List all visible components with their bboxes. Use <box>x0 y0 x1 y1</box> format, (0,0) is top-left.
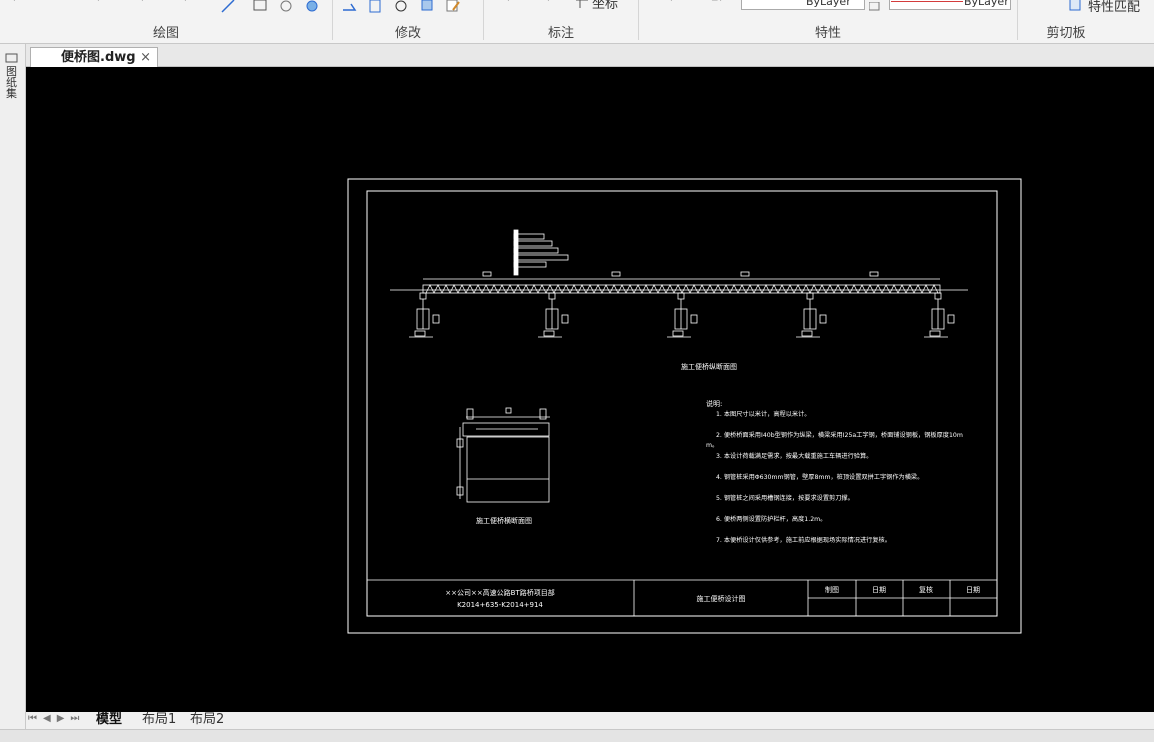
drawing-canvas[interactable]: 施工便桥纵断面图 施工便桥横断面图 说明: 1. 本图尺寸以米计，高程以米计。 2… <box>26 67 1154 712</box>
close-icon[interactable]: × <box>140 48 151 67</box>
stretch-icon[interactable] <box>341 0 359 14</box>
group-annotate-label: 标注 <box>547 26 574 41</box>
note-line: 6. 便桥两侧设置防护栏杆，高度1.2m。 <box>716 515 826 523</box>
drawing-svg: 施工便桥纵断面图 施工便桥横断面图 说明: 1. 本图尺寸以米计，高程以米计。 2… <box>347 178 1022 634</box>
draw-line-button[interactable]: ▾ <box>12 0 17 4</box>
sheet-set-label[interactable]: 图纸集 <box>6 66 20 99</box>
document-tab-title: 便桥图.dwg <box>61 50 136 65</box>
edit-icon[interactable] <box>445 0 463 14</box>
title-company-line2: K2014+635-K2014+914 <box>457 601 543 609</box>
note-line: 4. 钢管桩采用Φ630mm钢管，壁厚8mm，桩顶设置双拼工字钢作为横梁。 <box>716 473 923 481</box>
tab-nav-arrows[interactable]: ⏮◀▶⏭ <box>28 713 85 724</box>
title-cell-date2: 日期 <box>966 586 980 594</box>
dimension-button[interactable]: ▾ <box>546 0 551 4</box>
draw-arc-button[interactable]: ▾ <box>140 0 145 4</box>
linetype-manager-icon[interactable] <box>869 2 887 16</box>
group-annotate: ▾ ▾ 坐标 标注 <box>484 0 638 44</box>
group-properties: ▾ ≡▾ ByLayer ByLayer 特性 <box>639 0 1017 44</box>
copy-icon[interactable] <box>419 0 437 14</box>
title-cell-date1: 日期 <box>872 586 886 594</box>
section-view <box>456 407 550 503</box>
boundary-icon[interactable] <box>304 0 322 14</box>
note-line: 5. 钢管桩之间采用槽钢连接，按要求设置剪刀撑。 <box>716 494 854 502</box>
group-modify: 修改 <box>333 0 483 44</box>
title-block <box>367 579 997 616</box>
line-icon[interactable] <box>220 0 238 14</box>
notes-block: 1. 本图尺寸以米计，高程以米计。 2. 便桥桥面采用I40b型钢作为纵梁，横梁采… <box>706 410 963 544</box>
lineweight-dropdown[interactable]: ≡▾ <box>711 0 723 4</box>
sheet-outer-border <box>347 178 1022 634</box>
draw-circle-button[interactable]: ▾ <box>183 0 188 4</box>
coordinate-button[interactable]: 坐标 <box>592 0 618 12</box>
draw-polyline-button[interactable]: ▾ <box>96 0 101 4</box>
ribbon-toolbar: ▾ ▾ ▾ ▾ 绘图 修改 ▾ ▾ 坐标 标注 ▾ ≡▾ ByLayer ByL… <box>0 0 1154 44</box>
document-tab-bar: 便桥图.dwg × <box>26 44 1154 68</box>
region-icon[interactable] <box>278 0 296 14</box>
tab-layout2[interactable]: 布局2 <box>190 712 224 729</box>
note-line-cont: m。 <box>706 442 718 449</box>
note-line: 1. 本图尺寸以米计，高程以米计。 <box>716 410 811 418</box>
command-line[interactable] <box>0 729 1154 742</box>
group-draw: ▾ ▾ ▾ ▾ 绘图 <box>0 0 332 44</box>
notes-title: 说明: <box>706 399 722 408</box>
group-clipboard-label: 剪切板 <box>1046 26 1086 41</box>
coordinate-icon <box>576 0 588 8</box>
match-properties-button[interactable]: 特性匹配 <box>1088 0 1140 15</box>
tab-layout1[interactable]: 布局1 <box>142 712 176 729</box>
left-side-panel: 图纸集 <box>0 44 26 742</box>
title-cell-drawn: 制图 <box>825 585 839 594</box>
linetype-select[interactable]: ByLayer <box>741 0 865 10</box>
text-button[interactable]: ▾ <box>506 0 511 4</box>
group-properties-label: 特性 <box>814 26 841 41</box>
group-draw-label: 绘图 <box>152 26 179 41</box>
elevation-view <box>390 229 968 338</box>
document-tab[interactable]: 便桥图.dwg × <box>30 47 158 68</box>
elevation-caption: 施工便桥纵断面图 <box>681 362 737 371</box>
color-swatch <box>891 1 963 2</box>
layer-dropdown[interactable]: ▾ <box>669 0 674 4</box>
group-clipboard: 特性匹配 剪切板 <box>1018 0 1154 44</box>
section-caption: 施工便桥横断面图 <box>476 516 532 525</box>
note-line: 7. 本便桥设计仅供参考，施工前应根据现场实际情况进行复核。 <box>716 536 891 544</box>
title-cell-checked: 复核 <box>919 585 933 594</box>
group-modify-label: 修改 <box>394 26 421 41</box>
note-line: 2. 便桥桥面采用I40b型钢作为纵梁，横梁采用I25a工字钢，桥面铺设钢板，钢… <box>716 431 963 439</box>
match-properties-icon[interactable] <box>1068 0 1086 12</box>
title-drawing-name: 施工便桥设计图 <box>697 594 746 603</box>
hatch-icon[interactable] <box>252 0 270 14</box>
title-company-line1: ××公司××高速公路BT路桥项目部 <box>445 588 555 597</box>
note-line: 3. 本设计荷载满足需求，按最大载重施工车辆进行验算。 <box>716 452 872 460</box>
panel-icon[interactable] <box>5 53 19 63</box>
tab-model[interactable]: 模型 <box>96 712 122 729</box>
sheet-inner-border <box>366 190 998 617</box>
layout-tab-bar: ⏮◀▶⏭ 模型 布局1 布局2 <box>26 712 1154 729</box>
rotate-icon[interactable] <box>393 0 411 14</box>
scale-icon[interactable] <box>367 0 385 14</box>
